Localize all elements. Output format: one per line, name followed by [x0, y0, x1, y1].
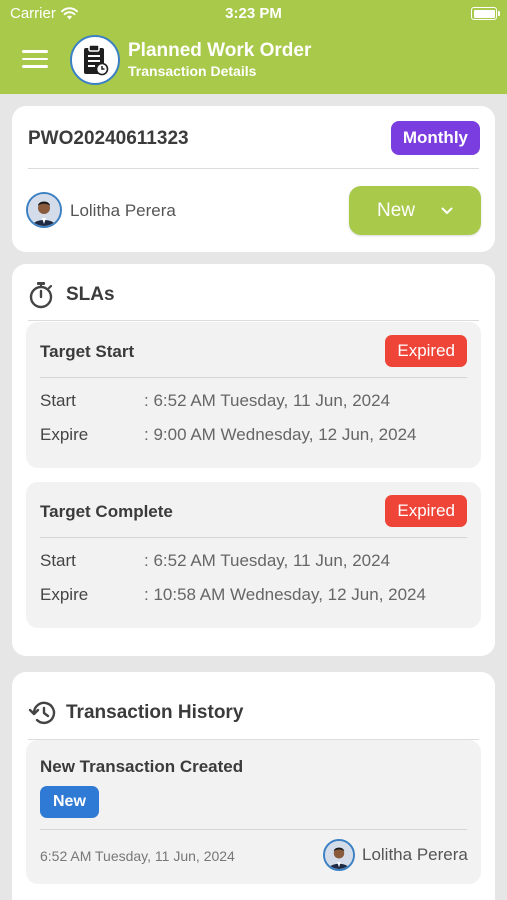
start-label: Start [40, 551, 76, 570]
app-header: Planned Work Order Transaction Details [0, 28, 507, 94]
expire-value: : 10:58 AM Wednesday, 12 Jun, 2024 [144, 585, 426, 604]
expire-label: Expire [40, 585, 89, 604]
start-value: : 6:52 AM Tuesday, 11 Jun, 2024 [144, 391, 391, 410]
slas-title: SLAs [66, 284, 115, 305]
sla-target-complete: Target Complete Expired Start : 6:52 AM … [26, 482, 481, 628]
divider [28, 168, 479, 169]
history-item-date: 6:52 AM Tuesday, 11 Jun, 2024 [40, 848, 235, 864]
avatar [26, 192, 62, 228]
slas-card: SLAs Target Start Expired Start : 6:52 A… [12, 264, 495, 656]
work-order-card: PWO20240611323 Monthly Lolitha Perera Ne… [12, 106, 495, 252]
status-value: New [377, 199, 416, 221]
expire-value: : 9:00 AM Wednesday, 12 Jun, 2024 [144, 425, 417, 444]
work-order-logo-icon [70, 35, 120, 85]
header-titles: Planned Work Order Transaction Details [128, 40, 311, 80]
start-value: : 6:52 AM Tuesday, 11 Jun, 2024 [144, 551, 391, 570]
assigned-user-name: Lolitha Perera [70, 201, 176, 220]
work-order-number: PWO20240611323 [28, 128, 189, 149]
sla-title: Target Complete [40, 502, 173, 521]
frequency-badge: Monthly [390, 121, 480, 155]
history-user-name: Lolitha Perera [362, 845, 468, 864]
divider [28, 320, 479, 321]
avatar [323, 839, 355, 871]
sla-target-start: Target Start Expired Start : 6:52 AM Tue… [26, 322, 481, 468]
sla-title: Target Start [40, 342, 135, 361]
status-dropdown[interactable]: New [349, 186, 481, 235]
status-bar: Carrier 3:23 PM [0, 0, 507, 28]
page-title: Planned Work Order [128, 40, 312, 61]
battery-icon [471, 7, 500, 20]
transaction-history-card: Transaction History New Transaction Crea… [12, 672, 495, 900]
menu-icon[interactable] [22, 50, 48, 70]
divider [40, 537, 467, 538]
chevron-down-icon [441, 207, 453, 214]
history-item-title: New Transaction Created [40, 757, 244, 776]
expired-badge: Expired [385, 335, 467, 367]
divider [40, 377, 467, 378]
history-title: Transaction History [66, 702, 244, 723]
history-status-badge: New [40, 786, 99, 818]
history-icon [28, 701, 56, 725]
start-label: Start [40, 391, 76, 410]
stopwatch-icon [29, 282, 53, 309]
expired-badge: Expired [385, 495, 467, 527]
expire-label: Expire [40, 425, 89, 444]
divider [40, 829, 467, 830]
status-time: 3:23 PM [225, 5, 282, 22]
page-subtitle: Transaction Details [128, 63, 257, 79]
history-item: New Transaction Created New 6:52 AM Tues… [26, 740, 481, 884]
